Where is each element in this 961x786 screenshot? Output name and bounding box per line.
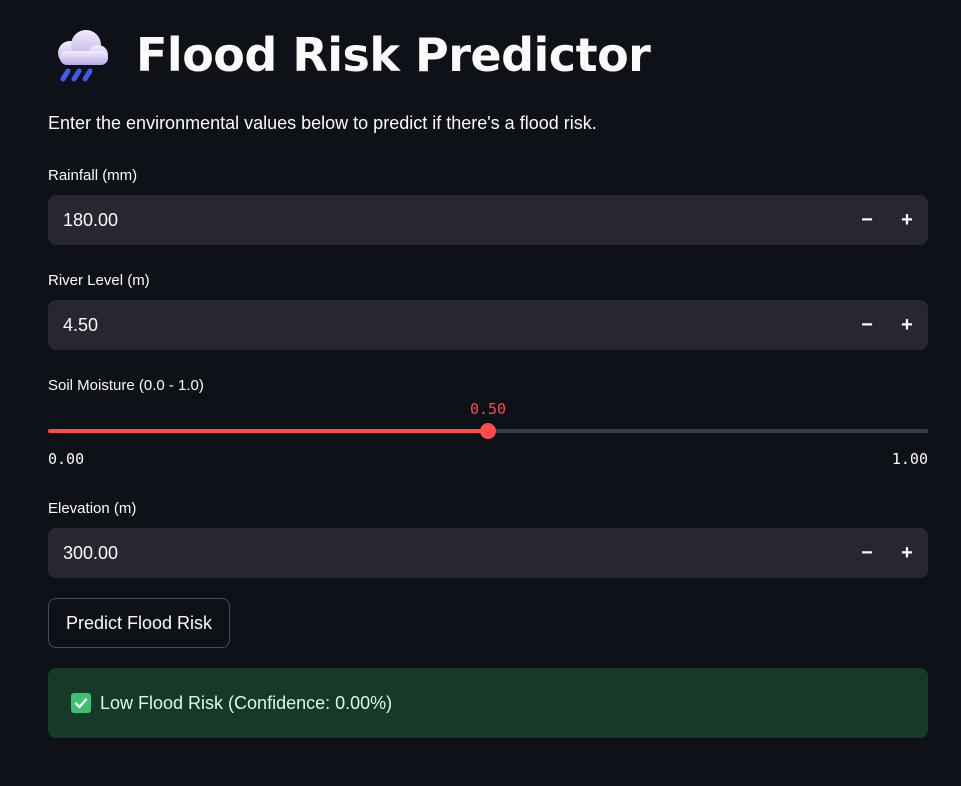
slider-fill — [48, 429, 488, 433]
elevation-label: Elevation (m) — [48, 500, 137, 517]
river-level-increment-button[interactable]: + — [887, 300, 927, 350]
result-text: Low Flood Risk (Confidence: 0.00%) — [100, 692, 393, 713]
result-alert: Low Flood Risk (Confidence: 0.00%) — [48, 668, 928, 738]
page-subtitle: Enter the environmental values below to … — [48, 113, 597, 133]
page-title: Flood Risk Predictor — [136, 28, 651, 82]
elevation-value[interactable]: 300.00 — [48, 543, 847, 564]
slider-max-label: 1.00 — [891, 450, 928, 468]
soil-moisture-label: Soil Moisture (0.0 - 1.0) — [48, 377, 204, 394]
app-page: Flood Risk Predictor Enter the environme… — [0, 0, 961, 786]
rainfall-decrement-button[interactable]: − — [847, 195, 887, 245]
elevation-increment-button[interactable]: + — [887, 528, 927, 578]
elevation-decrement-button[interactable]: − — [847, 528, 887, 578]
river-level-decrement-button[interactable]: − — [847, 300, 887, 350]
slider-min-label: 0.00 — [48, 450, 85, 468]
rainfall-input[interactable]: 180.00 − + — [48, 195, 928, 245]
river-level-label: River Level (m) — [48, 272, 150, 289]
elevation-input[interactable]: 300.00 − + — [48, 528, 928, 578]
cloud-with-rain-icon — [48, 25, 114, 85]
rainfall-label: Rainfall (mm) — [48, 167, 138, 184]
river-level-input[interactable]: 4.50 − + — [48, 300, 928, 350]
slider-thumb[interactable] — [480, 423, 496, 439]
title-row: Flood Risk Predictor — [48, 20, 651, 90]
predict-flood-risk-button[interactable]: Predict Flood Risk — [48, 598, 230, 648]
check-mark-icon — [71, 693, 91, 713]
soil-moisture-current-value: 0.50 — [469, 400, 507, 418]
rainfall-increment-button[interactable]: + — [887, 195, 927, 245]
soil-moisture-slider[interactable] — [48, 423, 928, 439]
river-level-value[interactable]: 4.50 — [48, 315, 847, 336]
rainfall-value[interactable]: 180.00 — [48, 210, 847, 231]
